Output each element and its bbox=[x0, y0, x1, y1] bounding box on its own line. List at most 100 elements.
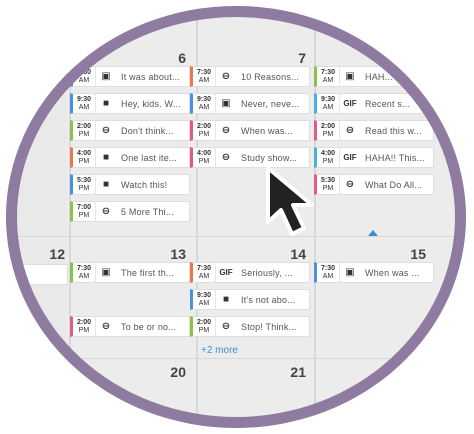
event-time-value: 4:00 bbox=[76, 149, 91, 157]
day-number-15: 15 bbox=[410, 246, 426, 262]
calendar-event[interactable]: 2:00 PM ⊖ When was... bbox=[190, 120, 310, 141]
event-label: The first th... bbox=[121, 267, 175, 278]
event-time-value: 9:30 bbox=[196, 291, 211, 299]
calendar-event[interactable]: 7:30 AM ▣ It was about... bbox=[70, 66, 190, 87]
event-ampm: PM bbox=[78, 130, 90, 138]
event-time: 7:30 AM bbox=[193, 69, 215, 85]
link-icon: ⊖ bbox=[95, 202, 116, 221]
week-divider bbox=[6, 358, 466, 359]
event-label: Read this w... bbox=[365, 125, 422, 136]
event-time-value: 2:00 bbox=[196, 122, 211, 130]
col-shade-left bbox=[6, 6, 66, 428]
event-time: 9:30 AM bbox=[193, 292, 215, 308]
event-time: 7:30 AM bbox=[317, 265, 339, 281]
link-icon: ⊖ bbox=[215, 67, 236, 86]
link-icon: ⊖ bbox=[215, 121, 236, 140]
image-icon: ▣ bbox=[95, 67, 116, 86]
event-time: 2:00 PM bbox=[73, 123, 95, 139]
event-label: What Do All... bbox=[365, 179, 423, 190]
event-label: Study show... bbox=[241, 152, 298, 163]
image-icon: ▣ bbox=[339, 263, 360, 282]
event-ampm: AM bbox=[198, 76, 210, 84]
image-icon: ▣ bbox=[95, 263, 116, 282]
calendar-event[interactable]: 2:00 PM ⊖ To be or no... bbox=[70, 316, 190, 337]
calendar-event[interactable]: 9:30 AM ■ It's not abo... bbox=[190, 289, 310, 310]
day-number-13: 13 bbox=[170, 246, 186, 262]
event-ampm: PM bbox=[78, 184, 90, 192]
link-icon: ⊖ bbox=[215, 317, 236, 336]
video-icon: ■ bbox=[215, 290, 236, 309]
event-label: Watch this! bbox=[121, 179, 168, 190]
event-time-value: 7:30 bbox=[196, 264, 211, 272]
event-ampm: AM bbox=[322, 76, 334, 84]
event-ampm: PM bbox=[198, 157, 210, 165]
calendar-event[interactable]: 7:30 AM ▣ HAH... bbox=[314, 66, 434, 87]
event-label: 10 Reasons... bbox=[241, 71, 300, 82]
event-time: 2:00 PM bbox=[317, 123, 339, 139]
calendar-magnifier: 6 7 12 13 14 15 20 21 7:30 AM ▣ It was abou… bbox=[6, 6, 466, 428]
event-ampm: AM bbox=[78, 103, 90, 111]
gif-icon: GIF bbox=[339, 94, 360, 113]
event-time-value: 4:00 bbox=[320, 149, 335, 157]
calendar-event[interactable]: 7:30 AM ▣ When was ... bbox=[314, 262, 434, 283]
event-label: Recent s... bbox=[365, 98, 411, 109]
event-ampm: PM bbox=[198, 326, 210, 334]
event-label: Hey, kids. W... bbox=[121, 98, 181, 109]
event-ampm: PM bbox=[78, 157, 90, 165]
calendar-event[interactable]: 9:30 AM GIF Recent s... bbox=[314, 93, 434, 114]
event-ampm: AM bbox=[322, 272, 334, 280]
event-time-value: 9:30 bbox=[76, 95, 91, 103]
event-time-value: 7:30 bbox=[320, 68, 335, 76]
event-ampm: PM bbox=[78, 326, 90, 334]
event-label: When was... bbox=[241, 125, 293, 136]
event-time-value: 7:00 bbox=[76, 203, 91, 211]
event-time-value: 7:30 bbox=[320, 264, 335, 272]
calendar-event[interactable]: 5:30 PM ■ Watch this! bbox=[70, 174, 190, 195]
event-ampm: PM bbox=[322, 130, 334, 138]
calendar-event[interactable]: 2:00 PM ⊖ Don't think... bbox=[70, 120, 190, 141]
more-events-link[interactable]: +2 more bbox=[201, 345, 238, 356]
event-ampm: AM bbox=[322, 103, 334, 111]
day-number-21: 21 bbox=[290, 364, 306, 380]
video-icon: ■ bbox=[95, 94, 116, 113]
calendar-event[interactable]: 2:00 PM ⊖ Read this w... bbox=[314, 120, 434, 141]
calendar-event[interactable]: 4:00 PM ■ One last ite... bbox=[70, 147, 190, 168]
link-icon: ⊖ bbox=[215, 148, 236, 167]
day-number-12: 12 bbox=[49, 246, 65, 262]
calendar-event[interactable]: 7:00 PM ⊖ 5 More Thi... bbox=[70, 201, 190, 222]
calendar-event[interactable]: 7:30 AM GIF Seriously, ... bbox=[190, 262, 310, 283]
calendar-event[interactable]: 9:30 AM ▣ Never, neve... bbox=[190, 93, 310, 114]
event-ampm: PM bbox=[198, 130, 210, 138]
calendar-event[interactable]: 9:30 AM ■ Hey, kids. W... bbox=[70, 93, 190, 114]
event-time-value: 9:30 bbox=[196, 95, 211, 103]
day-number-14: 14 bbox=[290, 246, 306, 262]
calendar-event[interactable]: 7:30 AM ▣ The first th... bbox=[70, 262, 190, 283]
event-time-value: 7:30 bbox=[76, 264, 91, 272]
calendar-event[interactable]: 2:00 PM ⊖ Stop! Think... bbox=[190, 316, 310, 337]
event-label: When was ... bbox=[365, 267, 420, 278]
event-ampm: AM bbox=[198, 272, 210, 280]
day-number-20: 20 bbox=[170, 364, 186, 380]
link-icon: ⊖ bbox=[339, 175, 360, 194]
event-time-value: 7:30 bbox=[196, 68, 211, 76]
event-time: 2:00 PM bbox=[73, 319, 95, 335]
event-time: 7:30 AM bbox=[317, 69, 339, 85]
event-label: HAHA!! This... bbox=[365, 152, 425, 163]
event-time-value: 2:00 bbox=[76, 122, 91, 130]
calendar-event[interactable]: 7:30 AM ⊖ 10 Reasons... bbox=[190, 66, 310, 87]
event-label: 5 More Thi... bbox=[121, 206, 174, 217]
gif-icon: GIF bbox=[215, 263, 236, 282]
event-time: 9:30 AM bbox=[193, 96, 215, 112]
event-time-value: 5:30 bbox=[76, 176, 91, 184]
link-icon: ⊖ bbox=[339, 121, 360, 140]
event-time-value: 2:00 bbox=[76, 318, 91, 326]
caret-up-icon[interactable] bbox=[368, 230, 378, 236]
event-time: 5:30 PM bbox=[73, 177, 95, 193]
calendar-event[interactable]: on... bbox=[6, 264, 68, 285]
event-label: One last ite... bbox=[121, 152, 178, 163]
event-ampm: AM bbox=[78, 272, 90, 280]
event-time: 4:00 PM bbox=[73, 150, 95, 166]
event-label: Don't think... bbox=[121, 125, 174, 136]
event-label: To be or no... bbox=[121, 321, 177, 332]
day-number-7: 7 bbox=[298, 50, 306, 66]
